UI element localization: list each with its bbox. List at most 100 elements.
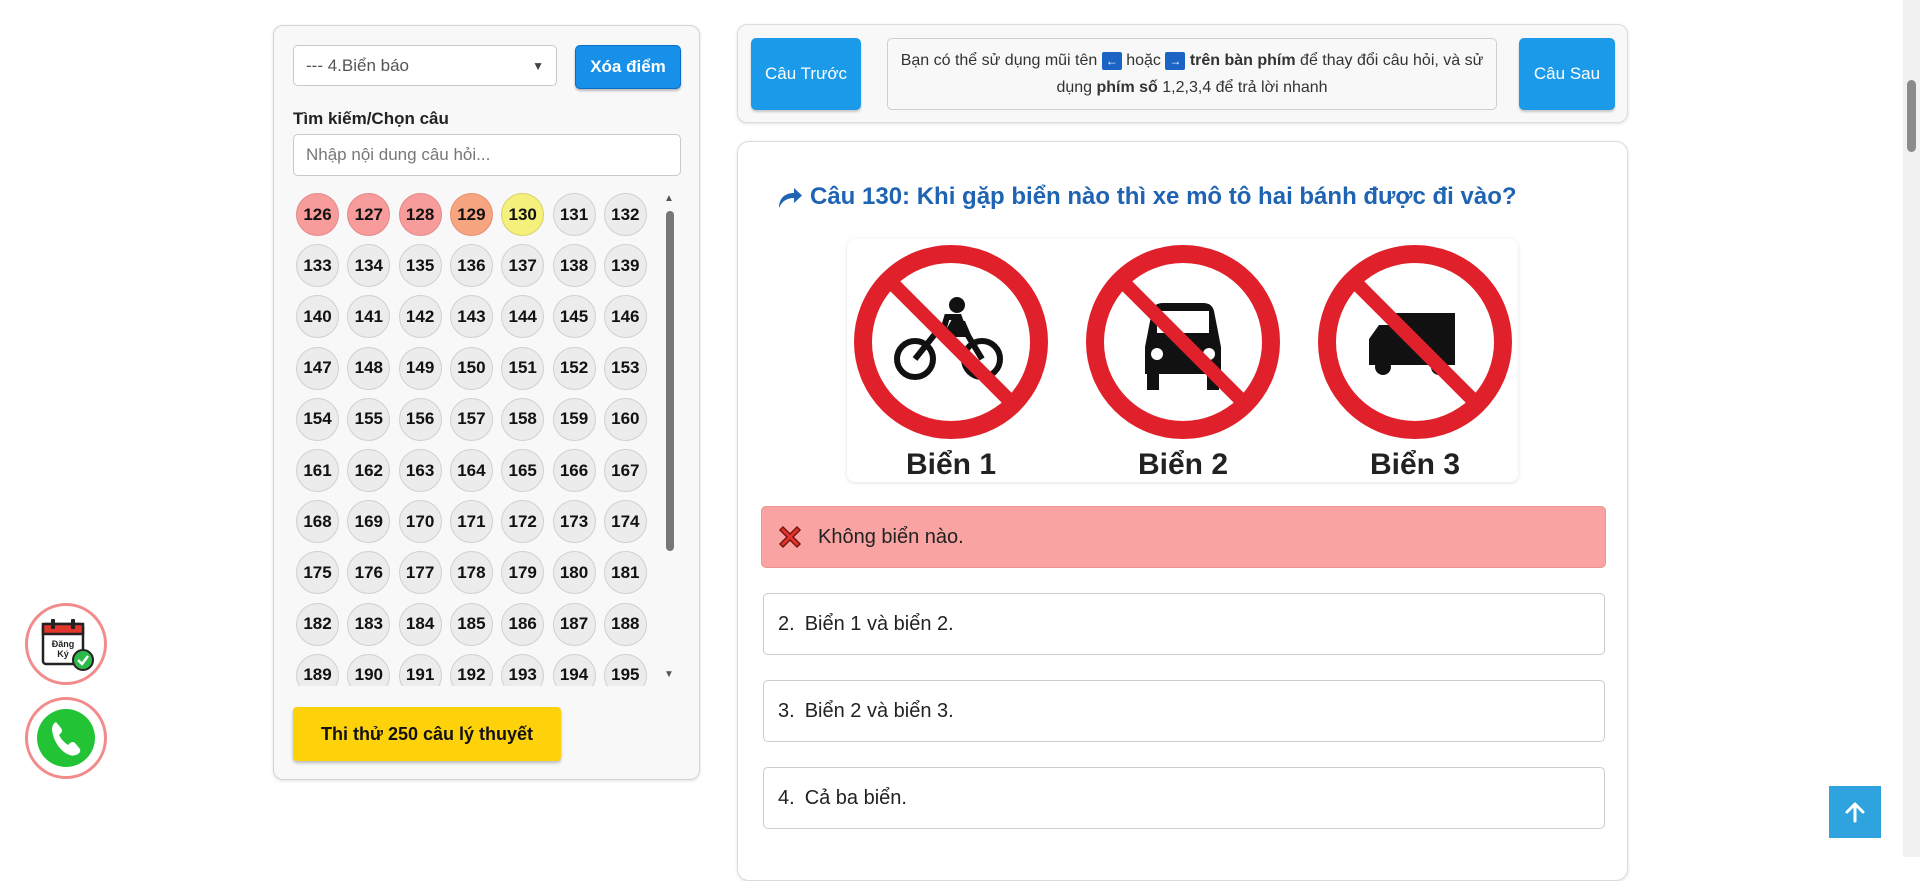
question-number-button[interactable]: 195 <box>603 653 647 686</box>
question-number-button[interactable]: 170 <box>398 500 442 544</box>
question-number-button[interactable]: 171 <box>449 500 493 544</box>
question-number-button[interactable]: 173 <box>552 500 596 544</box>
question-number-button[interactable]: 191 <box>398 653 442 686</box>
question-number-button[interactable]: 181 <box>603 551 647 595</box>
question-number-button[interactable]: 178 <box>449 551 493 595</box>
answer-option-2[interactable]: 2. Biển 1 và biển 2. <box>763 593 1605 655</box>
question-number-button[interactable]: 154 <box>296 397 339 441</box>
register-float-button[interactable]: Đăng Ký <box>25 603 107 685</box>
scroll-down-icon[interactable]: ▼ <box>664 669 674 680</box>
question-number-button[interactable]: 133 <box>296 244 339 288</box>
question-number-button[interactable]: 130 <box>501 193 545 236</box>
question-number-button[interactable]: 166 <box>552 449 596 492</box>
next-question-button[interactable]: Câu Sau <box>1519 38 1615 110</box>
question-number-button[interactable]: 159 <box>552 397 596 441</box>
answer-text: Không biển nào. <box>818 525 964 548</box>
question-number-button[interactable]: 193 <box>501 653 545 686</box>
question-number-button[interactable]: 128 <box>398 193 442 236</box>
question-number-button[interactable]: 176 <box>347 551 391 595</box>
hint-text-3: trên bàn phím <box>1189 52 1296 69</box>
category-select[interactable]: --- 4.Biển báo ▼ <box>293 45 557 86</box>
search-input[interactable]: Nhập nội dung câu hỏi... <box>293 134 681 176</box>
grid-scrollbar[interactable]: ▲ ▼ <box>662 191 676 686</box>
question-number-button[interactable]: 183 <box>347 602 391 646</box>
page-scrollbar[interactable] <box>1903 0 1920 857</box>
question-number-button[interactable]: 180 <box>552 551 596 595</box>
question-number-button[interactable]: 163 <box>398 449 442 492</box>
question-number-button[interactable]: 148 <box>347 346 391 390</box>
no-motorcycle-sign <box>854 245 1048 439</box>
question-number-button[interactable]: 126 <box>296 193 339 236</box>
question-number-button[interactable]: 182 <box>296 602 339 646</box>
answer-option-1[interactable]: Không biển nào. <box>761 506 1606 568</box>
question-number-button[interactable]: 147 <box>296 346 339 390</box>
question-number-button[interactable]: 194 <box>552 653 596 686</box>
practice-exam-button[interactable]: Thi thử 250 câu lý thuyết <box>293 707 561 761</box>
question-number-button[interactable]: 157 <box>449 397 493 441</box>
question-number-button[interactable]: 150 <box>449 346 493 390</box>
question-number-button[interactable]: 136 <box>449 244 493 288</box>
question-number-button[interactable]: 167 <box>603 449 647 492</box>
question-number-button[interactable]: 144 <box>501 295 545 339</box>
question-number-button[interactable]: 162 <box>347 449 391 492</box>
arrow-right-key-icon: → <box>1165 51 1186 70</box>
question-number-button[interactable]: 168 <box>296 500 339 544</box>
page-scroll-thumb[interactable] <box>1907 80 1916 152</box>
question-number-button[interactable]: 149 <box>398 346 442 390</box>
question-number-button[interactable]: 164 <box>449 449 493 492</box>
question-number-button[interactable]: 135 <box>398 244 442 288</box>
question-number-button[interactable]: 140 <box>296 295 339 339</box>
question-number-button[interactable]: 137 <box>501 244 545 288</box>
question-number-button[interactable]: 188 <box>603 602 647 646</box>
answer-option-4[interactable]: 4. Cả ba biển. <box>763 767 1605 829</box>
question-number-button[interactable]: 185 <box>449 602 493 646</box>
question-number-button[interactable]: 139 <box>603 244 647 288</box>
question-number-button[interactable]: 141 <box>347 295 391 339</box>
no-truck-sign <box>1318 245 1512 439</box>
question-number-button[interactable]: 127 <box>347 193 391 236</box>
hint-text-5: phím số <box>1096 79 1158 96</box>
question-number-button[interactable]: 179 <box>501 551 545 595</box>
phone-float-button[interactable] <box>25 697 107 779</box>
prev-question-button[interactable]: Câu Trước <box>751 38 861 110</box>
question-number-button[interactable]: 190 <box>347 653 391 686</box>
question-number-button[interactable]: 142 <box>398 295 442 339</box>
answer-option-3[interactable]: 3. Biển 2 và biển 3. <box>763 680 1605 742</box>
question-number-button[interactable]: 174 <box>603 500 647 544</box>
keyboard-hint: Bạn có thể sử dụng mũi tên ← hoặc → trên… <box>887 38 1497 110</box>
question-number-button[interactable]: 146 <box>603 295 647 339</box>
hint-text-1: Bạn có thể sử dụng mũi tên <box>900 52 1098 69</box>
question-number-button[interactable]: 192 <box>449 653 493 686</box>
question-number-button[interactable]: 158 <box>501 397 545 441</box>
question-number-button[interactable]: 175 <box>296 551 339 595</box>
clear-score-button[interactable]: Xóa điểm <box>575 45 681 89</box>
question-number-button[interactable]: 129 <box>449 193 493 236</box>
question-number-button[interactable]: 177 <box>398 551 442 595</box>
question-number-button[interactable]: 134 <box>347 244 391 288</box>
question-number-button[interactable]: 169 <box>347 500 391 544</box>
question-number-button[interactable]: 189 <box>296 653 339 686</box>
question-number-button[interactable]: 153 <box>603 346 647 390</box>
question-number-button[interactable]: 160 <box>603 397 647 441</box>
answer-number: 4. <box>778 786 795 809</box>
question-number-button[interactable]: 132 <box>603 193 647 236</box>
question-number-button[interactable]: 187 <box>552 602 596 646</box>
question-number-button[interactable]: 151 <box>501 346 545 390</box>
question-number-button[interactable]: 143 <box>449 295 493 339</box>
question-number-button[interactable]: 138 <box>552 244 596 288</box>
question-number-button[interactable]: 145 <box>552 295 596 339</box>
question-number-button[interactable]: 155 <box>347 397 391 441</box>
scroll-up-icon[interactable]: ▲ <box>664 193 674 204</box>
question-number-button[interactable]: 152 <box>552 346 596 390</box>
question-number-button[interactable]: 172 <box>501 500 545 544</box>
register-label-1: Đăng <box>52 639 75 649</box>
question-number-button[interactable]: 165 <box>501 449 545 492</box>
question-navigator-panel: --- 4.Biển báo ▼ Xóa điểm Tìm kiếm/Chọn … <box>273 25 700 780</box>
question-number-button[interactable]: 161 <box>296 449 339 492</box>
question-number-button[interactable]: 131 <box>552 193 596 236</box>
question-number-button[interactable]: 184 <box>398 602 442 646</box>
grid-scroll-thumb[interactable] <box>666 211 674 551</box>
question-number-button[interactable]: 156 <box>398 397 442 441</box>
scroll-to-top-button[interactable] <box>1829 786 1881 838</box>
question-number-button[interactable]: 186 <box>501 602 545 646</box>
